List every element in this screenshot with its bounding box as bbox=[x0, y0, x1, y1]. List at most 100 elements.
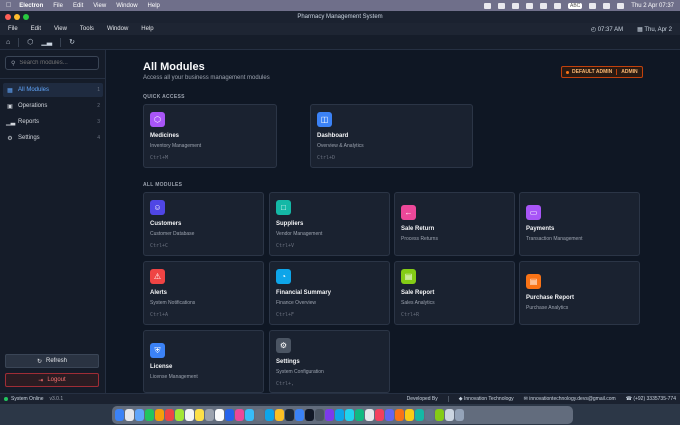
module-card-dashboard[interactable]: ◫ Dashboard Overview & Analytics Ctrl+D bbox=[310, 104, 473, 168]
module-card-alerts[interactable]: ⚠ Alerts System Notifications Ctrl+A bbox=[143, 261, 264, 325]
dock-app-icon[interactable] bbox=[425, 409, 434, 421]
dock-app-icon[interactable] bbox=[275, 409, 284, 421]
dock-app-icon[interactable] bbox=[325, 409, 334, 421]
menu-file[interactable]: File bbox=[8, 26, 18, 32]
dock-app-icon[interactable] bbox=[405, 409, 414, 421]
dock-app-icon[interactable] bbox=[295, 409, 304, 421]
chart-icon[interactable]: ▁▃ bbox=[41, 38, 52, 46]
dock-app-icon[interactable] bbox=[205, 409, 214, 421]
desktop-background bbox=[0, 404, 680, 425]
logout-button[interactable]: ⇥ Logout bbox=[5, 373, 99, 387]
search-box[interactable]: ⚲ bbox=[5, 56, 99, 70]
dock-safari-icon[interactable] bbox=[135, 409, 144, 421]
refresh-icon[interactable]: ↻ bbox=[69, 38, 75, 46]
dock-app-icon[interactable] bbox=[155, 409, 164, 421]
module-title: Sale Return bbox=[401, 226, 435, 232]
box-icon[interactable]: ⬡ bbox=[27, 38, 33, 46]
status-app-icon[interactable] bbox=[540, 2, 548, 9]
module-card-settings[interactable]: ⚙ Settings System Configuration Ctrl+, bbox=[269, 330, 390, 393]
dock-app-icon[interactable] bbox=[235, 409, 244, 421]
dock-app-icon[interactable] bbox=[365, 409, 374, 421]
page-subtitle: Access all your business management modu… bbox=[143, 75, 270, 81]
module-card-license[interactable]: ⛨ License License Management bbox=[143, 330, 264, 393]
module-card-payments[interactable]: ▭ Payments Transaction Management bbox=[519, 192, 640, 256]
dock-app-icon[interactable] bbox=[345, 409, 354, 421]
role-user: ADMIN bbox=[621, 69, 638, 75]
module-title: License bbox=[150, 364, 173, 370]
dock-calendar-icon[interactable] bbox=[185, 409, 194, 421]
sidebar-item-reports[interactable]: ▁▃ Reports 3 bbox=[3, 115, 103, 129]
dock-app-icon[interactable] bbox=[175, 409, 184, 421]
refresh-button[interactable]: ↻ Refresh bbox=[5, 354, 99, 368]
search-input[interactable] bbox=[19, 60, 90, 66]
macos-menubar:  Electron File Edit View Window Help AB… bbox=[0, 0, 680, 11]
macos-dock bbox=[112, 406, 573, 424]
dock-notes-icon[interactable] bbox=[195, 409, 204, 421]
contact-email[interactable]: ✉ innovationtechnology.devs@gmail.com bbox=[524, 396, 616, 402]
menu-help[interactable]: Help bbox=[141, 26, 153, 32]
toolbar: ⌂ ⬡ ▁▃ ↻ bbox=[0, 35, 680, 50]
menu-view[interactable]: View bbox=[54, 26, 67, 32]
module-title: Financial Summary bbox=[276, 290, 332, 296]
dock-app-icon[interactable] bbox=[415, 409, 424, 421]
macos-menu-edit[interactable]: Edit bbox=[73, 3, 83, 9]
close-window-button[interactable] bbox=[5, 14, 11, 20]
input-source-badge[interactable]: ABC bbox=[568, 2, 583, 9]
control-center-icon[interactable] bbox=[617, 2, 625, 9]
macos-menu-help[interactable]: Help bbox=[148, 3, 160, 9]
menu-window[interactable]: Window bbox=[107, 26, 128, 32]
dock-app-icon[interactable] bbox=[385, 409, 394, 421]
module-subtitle: Customer Database bbox=[150, 231, 195, 237]
wifi-icon[interactable] bbox=[589, 2, 597, 9]
dock-app-icon[interactable] bbox=[315, 409, 324, 421]
dock-app-icon[interactable] bbox=[375, 409, 384, 421]
module-card-medicines[interactable]: ⬡ Medicines Inventory Management Ctrl+M bbox=[143, 104, 277, 168]
macos-menu-view[interactable]: View bbox=[93, 3, 106, 9]
home-icon[interactable]: ⌂ bbox=[6, 39, 10, 46]
macos-menu-window[interactable]: Window bbox=[116, 3, 137, 9]
module-card-suppliers[interactable]: □ Suppliers Vendor Management Ctrl+V bbox=[269, 192, 390, 256]
module-title: Medicines bbox=[150, 133, 180, 139]
macos-clock[interactable]: Thu 2 Apr 07:37 bbox=[631, 3, 674, 9]
zoom-window-button[interactable] bbox=[23, 14, 29, 20]
apple-icon[interactable]:  bbox=[6, 2, 11, 9]
module-card-customers[interactable]: ☺ Customers Customer Database Ctrl+C bbox=[143, 192, 264, 256]
dock-app-icon[interactable] bbox=[335, 409, 344, 421]
battery-icon[interactable] bbox=[554, 2, 562, 9]
menu-tools[interactable]: Tools bbox=[80, 26, 94, 32]
dock-appstore-icon[interactable] bbox=[245, 409, 254, 421]
dock-app-icon[interactable] bbox=[285, 409, 294, 421]
search-icon[interactable] bbox=[603, 2, 611, 9]
warning-icon: ⚠ bbox=[150, 269, 165, 284]
dock-app-icon[interactable] bbox=[435, 409, 444, 421]
sidebar-item-operations[interactable]: ▣ Operations 2 bbox=[3, 99, 103, 113]
dock-app-icon[interactable] bbox=[395, 409, 404, 421]
macos-app-name[interactable]: Electron bbox=[19, 3, 43, 9]
dock-settings-icon[interactable] bbox=[255, 409, 264, 421]
dock-app-icon[interactable] bbox=[225, 409, 234, 421]
dock-messages-icon[interactable] bbox=[145, 409, 154, 421]
status-app-icon[interactable] bbox=[484, 2, 492, 9]
dock-terminal-icon[interactable] bbox=[305, 409, 314, 421]
dock-app-icon[interactable] bbox=[355, 409, 364, 421]
status-app-icon[interactable] bbox=[512, 2, 520, 9]
dock-app-icon[interactable] bbox=[445, 409, 454, 421]
dock-app-icon[interactable] bbox=[165, 409, 174, 421]
dock-finder-icon[interactable] bbox=[115, 409, 124, 421]
dock-launchpad-icon[interactable] bbox=[125, 409, 134, 421]
dock-app-icon[interactable] bbox=[265, 409, 274, 421]
sidebar-item-all-modules[interactable]: ▦ All Modules 1 bbox=[3, 83, 103, 97]
macos-menu-file[interactable]: File bbox=[53, 3, 63, 9]
module-card-sale-return[interactable]: ← Sale Return Process Returns bbox=[394, 192, 515, 256]
status-app-icon[interactable] bbox=[498, 2, 506, 9]
menu-edit[interactable]: Edit bbox=[31, 26, 41, 32]
status-app-icon[interactable] bbox=[526, 2, 534, 9]
module-card-sale-report[interactable]: ▤ Sale Report Sales Analytics Ctrl+R bbox=[394, 261, 515, 325]
dock-trash-icon[interactable] bbox=[455, 409, 464, 421]
module-card-purchase-report[interactable]: ▤ Purchase Report Purchase Analytics bbox=[519, 261, 640, 325]
minimize-window-button[interactable] bbox=[14, 14, 20, 20]
module-card-financial-summary[interactable]: ◔ Financial Summary Finance Overview Ctr… bbox=[269, 261, 390, 325]
sidebar-item-settings[interactable]: ⚙ Settings 4 bbox=[3, 131, 103, 145]
dock-app-icon[interactable] bbox=[215, 409, 224, 421]
toolbar-divider bbox=[60, 37, 62, 47]
